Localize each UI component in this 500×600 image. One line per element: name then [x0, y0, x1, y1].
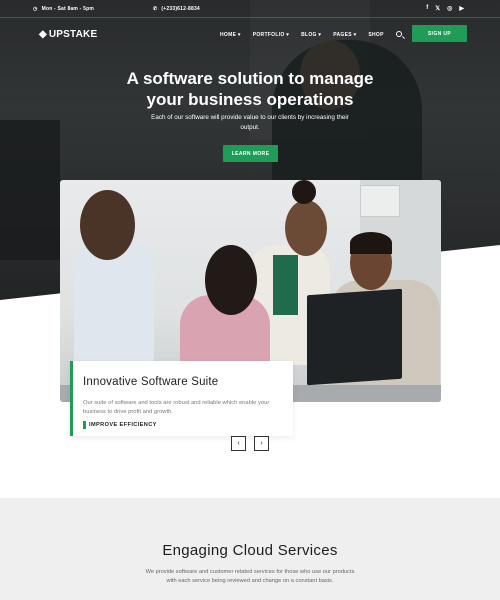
phone-text[interactable]: (+233)612-8834 — [161, 6, 200, 12]
signup-button[interactable]: SIGN UP — [412, 25, 467, 42]
photo-person-1-hair — [80, 190, 135, 260]
youtube-icon[interactable]: ▶ — [459, 5, 464, 12]
photo-person-2-shirt — [273, 255, 298, 315]
nav-item-shop[interactable]: SHOP — [368, 32, 383, 38]
logo-text: UPSTAKE — [48, 29, 98, 40]
twitter-icon[interactable]: 𝕏 — [435, 5, 440, 12]
phone-info[interactable]: ✆ (+233)612-8834 — [153, 6, 200, 12]
link-accent-bar — [83, 421, 86, 429]
photo-person-2-head — [285, 200, 327, 256]
nav-item-home[interactable]: HOME ▾ — [220, 32, 241, 38]
photo-monitor — [307, 288, 402, 386]
hours-info: ◷ Mon - Sat 8am - 5pm — [33, 6, 94, 12]
hero-subtitle: Each of our software will provide value … — [151, 114, 349, 131]
facebook-icon[interactable]: f — [426, 5, 428, 12]
slider-prev-button[interactable]: ‹ — [231, 436, 246, 451]
feature-card: Innovative Software Suite Our suite of s… — [70, 361, 293, 436]
slider-next-button[interactable]: › — [254, 436, 269, 451]
nav-item-pages[interactable]: PAGES ▾ — [333, 32, 356, 38]
phone-icon: ✆ — [153, 5, 158, 12]
learn-more-button[interactable]: LEARN MORE — [223, 145, 278, 162]
photo-person-3-hair — [205, 245, 257, 315]
photo-person-4-hair — [350, 232, 392, 254]
photo-person-2-bun — [292, 180, 316, 204]
nav-item-blog[interactable]: BLOG ▾ — [301, 32, 321, 38]
hours-text: Mon - Sat 8am - 5pm — [41, 5, 94, 12]
photo-board — [360, 185, 400, 217]
chevron-left-icon: ‹ — [237, 440, 240, 447]
hero-title-line-1: A software solution to manage — [126, 69, 374, 88]
site-logo[interactable]: ◆ UPSTAKE — [39, 29, 97, 40]
services-section: Engaging Cloud Services We provide softw… — [0, 498, 500, 600]
nav-item-portfolio[interactable]: PORTFOLIO ▾ — [253, 32, 289, 38]
feature-text: Our suite of software and tools are robu… — [83, 400, 270, 415]
main-nav: ◆ UPSTAKE HOME ▾ PORTFOLIO ▾ BLOG ▾ PAGE… — [0, 18, 500, 50]
clock-icon: ◷ — [33, 5, 38, 12]
nav-menu: HOME ▾ PORTFOLIO ▾ BLOG ▾ PAGES ▾ SHOP — [220, 32, 384, 38]
chevron-right-icon: › — [260, 440, 263, 447]
services-title: Engaging Cloud Services — [162, 542, 338, 559]
social-links: f 𝕏 ◎ ▶ — [426, 5, 464, 12]
improve-efficiency-label: IMPROVE EFFICIENCY — [89, 422, 157, 428]
hero-title-line-2: your business operations — [146, 90, 354, 109]
improve-efficiency-link[interactable]: IMPROVE EFFICIENCY — [83, 421, 157, 429]
feature-title: Innovative Software Suite — [83, 376, 219, 388]
logo-icon: ◆ — [39, 29, 47, 40]
services-text: We provide software and customer related… — [145, 569, 355, 584]
instagram-icon[interactable]: ◎ — [447, 5, 452, 12]
top-info-bar: ◷ Mon - Sat 8am - 5pm ✆ (+233)612-8834 f… — [0, 0, 500, 18]
search-icon[interactable] — [396, 31, 402, 37]
hero-title: A software solution to manage your busin… — [0, 68, 500, 110]
